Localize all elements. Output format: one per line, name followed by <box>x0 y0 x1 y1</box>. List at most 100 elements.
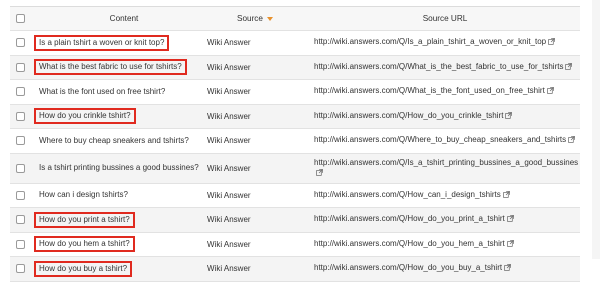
source-text: Wiki Answer <box>207 264 251 274</box>
table-row[interactable]: How do you crinkle tshirt? Wiki Answer htt… <box>10 104 580 129</box>
external-link-icon[interactable] <box>504 264 511 274</box>
row-select-cell <box>16 208 28 232</box>
external-link-icon[interactable] <box>565 62 573 73</box>
source-url-link[interactable]: http://wiki.answers.com/Q/How_can_i_desi… <box>314 190 510 201</box>
table-row[interactable]: How do you print a tshirt? Wiki Answer htt… <box>10 208 580 233</box>
row-checkbox[interactable] <box>16 38 25 48</box>
source-url-cell: http://wiki.answers.com/Q/What_is_the_be… <box>314 56 580 80</box>
column-header-source-url[interactable]: Source URL <box>310 7 580 30</box>
source-url-link[interactable]: http://wiki.answers.com/Q/How_do_you_pri… <box>314 214 514 225</box>
source-url-link[interactable]: http://wiki.answers.com/Q/Where_to_buy_c… <box>314 135 575 146</box>
source-url-cell: http://wiki.answers.com/Q/What_is_the_fo… <box>314 80 580 104</box>
column-header-content-label: Content <box>109 14 139 23</box>
row-checkbox[interactable] <box>16 87 25 97</box>
content-text: What is the font used on free tshirt? <box>39 86 166 96</box>
external-link-icon[interactable] <box>506 215 514 225</box>
source-text: Wiki Answer <box>207 215 251 225</box>
source-url-text: http://wiki.answers.com/Q/What_is_the_fo… <box>314 86 545 96</box>
source-cell: Wiki Answer <box>207 233 297 257</box>
row-checkbox[interactable] <box>16 62 25 72</box>
source-cell: Wiki Answer <box>207 105 297 129</box>
source-text: Wiki Answer <box>207 136 251 146</box>
content-cell: Where to buy cheap sneakers and tshirts? <box>39 129 214 153</box>
table-row[interactable]: How do you buy a tshirt? Wiki Answer http:… <box>10 257 580 282</box>
row-select-cell <box>16 233 28 257</box>
source-url-text: http://wiki.answers.com/Q/How_can_i_desi… <box>314 189 501 199</box>
content-text: How do you hem a tshirt? <box>39 239 130 249</box>
external-link-icon[interactable] <box>506 239 514 250</box>
content-cell: How do you hem a tshirt? <box>39 233 214 257</box>
column-header-content[interactable]: Content <box>39 7 209 30</box>
select-all-checkbox[interactable] <box>16 14 25 23</box>
content-text: How do you crinkle tshirt? <box>39 111 131 121</box>
row-checkbox[interactable] <box>16 111 25 121</box>
external-link-icon[interactable] <box>502 190 510 201</box>
results-table: Content Source Source URL Is a plain tsh… <box>10 6 580 282</box>
source-text: Wiki Answer <box>207 239 251 249</box>
source-url-cell: http://wiki.answers.com/Q/How_do_you_pri… <box>314 208 580 232</box>
right-gutter <box>592 0 600 259</box>
content-text: Is a tshirt printing bussines a good bus… <box>39 163 199 172</box>
row-checkbox[interactable] <box>16 190 25 200</box>
table-row[interactable]: Is a plain tshirt a woven or knit top? Wi… <box>10 31 580 56</box>
source-url-link[interactable]: http://wiki.answers.com/Q/How_do_you_hem… <box>314 239 514 250</box>
row-select-cell <box>16 154 28 183</box>
external-link-icon[interactable] <box>568 136 575 146</box>
external-link-icon[interactable] <box>546 87 554 97</box>
content-cell: Is a plain tshirt a woven or knit top? <box>39 31 214 55</box>
external-link-icon[interactable] <box>548 38 555 48</box>
source-url-cell: http://wiki.answers.com/Q/Where_to_buy_c… <box>314 129 580 153</box>
column-header-source[interactable]: Source <box>210 7 300 30</box>
source-url-link[interactable]: http://wiki.answers.com/Q/What_is_the_be… <box>314 61 573 73</box>
source-url-text: http://wiki.answers.com/Q/How_do_you_pri… <box>314 214 505 224</box>
table-row[interactable]: Where to buy cheap sneakers and tshirts?… <box>10 129 580 154</box>
table-row[interactable]: How do you hem a tshirt? Wiki Answer http:… <box>10 233 580 257</box>
source-url-link[interactable]: http://wiki.answers.com/Q/What_is_the_fo… <box>314 86 554 97</box>
source-cell: Wiki Answer <box>207 129 297 153</box>
table-row[interactable]: Is a tshirt printing bussines a good bus… <box>10 153 580 184</box>
table-row[interactable]: How can i design tshirts? Wiki Answer http… <box>10 184 580 208</box>
source-url-text: http://wiki.answers.com/Q/How_do_you_cri… <box>314 110 504 120</box>
source-cell: Wiki Answer <box>207 56 297 80</box>
content-cell: How can i design tshirts? <box>39 184 214 208</box>
source-text: Wiki Answer <box>207 190 251 200</box>
row-checkbox[interactable] <box>16 264 25 274</box>
select-all-cell <box>16 7 28 30</box>
content-cell: How do you print a tshirt? <box>39 208 214 232</box>
source-cell: Wiki Answer <box>207 80 297 104</box>
source-cell: Wiki Answer <box>207 184 297 208</box>
source-url-text: http://wiki.answers.com/Q/How_do_you_hem… <box>314 238 505 248</box>
content-text: Where to buy cheap sneakers and tshirts? <box>39 135 189 145</box>
source-url-link[interactable]: http://wiki.answers.com/Q/Is_a_plain_tsh… <box>314 37 555 48</box>
source-text: Wiki Answer <box>207 163 251 173</box>
source-url-text: http://wiki.answers.com/Q/Where_to_buy_c… <box>314 135 567 145</box>
column-header-source-label: Source <box>237 14 263 23</box>
table-header: Content Source Source URL <box>10 7 580 31</box>
source-url-text: http://wiki.answers.com/Q/Is_a_plain_tsh… <box>314 37 547 47</box>
source-text: Wiki Answer <box>207 87 251 97</box>
row-checkbox[interactable] <box>16 239 25 249</box>
row-select-cell <box>16 31 28 55</box>
row-checkbox[interactable] <box>16 163 25 173</box>
content-cell: How do you buy a tshirt? <box>39 257 214 281</box>
source-url-link[interactable]: http://wiki.answers.com/Q/How_do_you_buy… <box>314 263 511 274</box>
source-url-text: http://wiki.answers.com/Q/How_do_you_buy… <box>314 263 503 273</box>
source-url-cell: http://wiki.answers.com/Q/How_do_you_buy… <box>314 257 580 281</box>
row-checkbox[interactable] <box>16 215 25 225</box>
source-cell: Wiki Answer <box>207 257 297 281</box>
source-url-link[interactable]: http://wiki.answers.com/Q/Is_a_tshirt_pr… <box>314 158 580 179</box>
row-select-cell <box>16 56 28 80</box>
source-url-link[interactable]: http://wiki.answers.com/Q/How_do_you_cri… <box>314 110 513 122</box>
table-row[interactable]: What is the font used on free tshirt? Wik… <box>10 80 580 105</box>
content-cell: How do you crinkle tshirt? <box>39 105 214 129</box>
row-checkbox[interactable] <box>16 136 25 146</box>
table-row[interactable]: What is the best fabric to use for tshir… <box>10 55 580 80</box>
source-url-text: http://wiki.answers.com/Q/What_is_the_be… <box>314 61 564 71</box>
source-cell: Wiki Answer <box>207 208 297 232</box>
source-text: Wiki Answer <box>207 111 251 121</box>
external-link-icon[interactable] <box>505 111 513 122</box>
content-cell: What is the font used on free tshirt? <box>39 80 214 104</box>
source-url-cell: http://wiki.answers.com/Q/How_can_i_desi… <box>314 184 580 208</box>
content-text: How do you buy a tshirt? <box>39 263 128 273</box>
external-link-icon[interactable] <box>316 168 323 179</box>
